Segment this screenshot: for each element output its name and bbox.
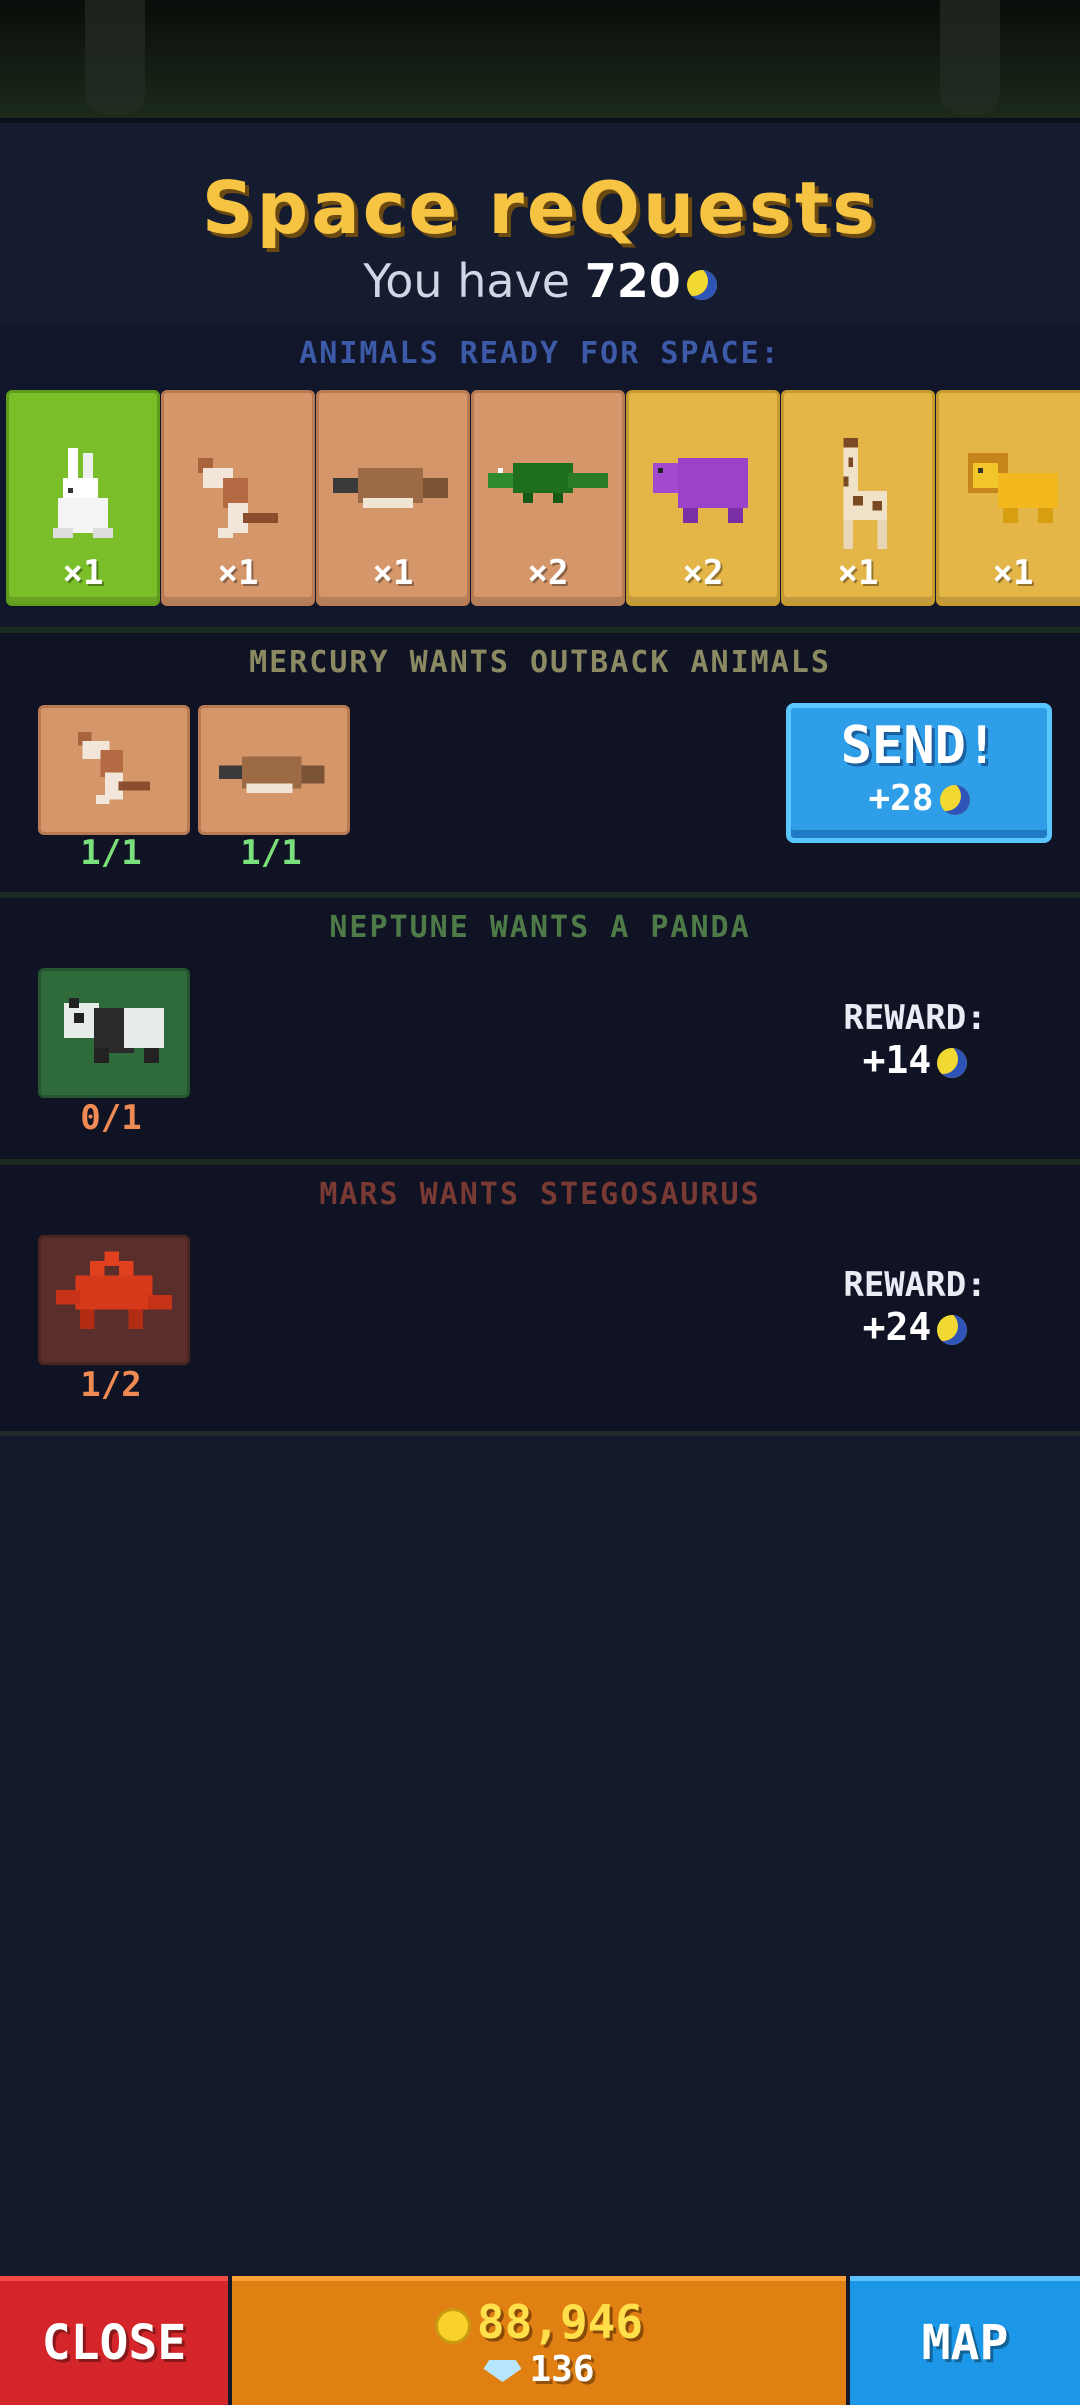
quest-title: MERCURY WANTS OUTBACK ANIMALS bbox=[249, 645, 831, 680]
animals-ready-section: ANIMALS READY FOR SPACE: ×1 ×1 ×1 ×2 ×2 … bbox=[0, 324, 1080, 624]
map-button[interactable]: MAP bbox=[850, 2276, 1080, 2405]
reward-value: +24 bbox=[862, 1305, 932, 1349]
send-button[interactable]: SEND! +28 bbox=[786, 703, 1052, 843]
stegosaurus-icon bbox=[56, 1251, 172, 1329]
animal-card-platypus[interactable]: ×1 bbox=[316, 390, 470, 606]
animal-count: ×1 bbox=[217, 553, 259, 593]
quest-neptune: NEPTUNE WANTS A PANDA 0/1 REWARD: +14 bbox=[0, 892, 1080, 1162]
quest-progress: 1/1 bbox=[240, 833, 302, 873]
balance-label: You have bbox=[363, 254, 571, 308]
panda-icon bbox=[64, 998, 164, 1063]
send-label: SEND! bbox=[840, 716, 998, 776]
close-button[interactable]: CLOSE bbox=[0, 2276, 228, 2405]
reward-label: REWARD: bbox=[843, 998, 987, 1038]
header-panel: Space reQuests You have 720 bbox=[0, 118, 1080, 334]
gem-balance: 136 bbox=[232, 2349, 846, 2390]
quest-slot-panda bbox=[38, 968, 190, 1098]
rabbit-icon bbox=[53, 448, 113, 538]
animal-card-kangaroo[interactable]: ×1 bbox=[161, 390, 315, 606]
scene-post bbox=[85, 0, 145, 115]
crocodile-icon bbox=[488, 463, 608, 503]
quest-progress: 1/2 bbox=[80, 1365, 142, 1405]
quest-title: NEPTUNE WANTS A PANDA bbox=[329, 910, 751, 945]
gem-value: 136 bbox=[529, 2349, 595, 2390]
animal-card-crocodile[interactable]: ×2 bbox=[471, 390, 625, 606]
moon-icon bbox=[937, 1314, 968, 1345]
animal-count: ×2 bbox=[682, 553, 724, 593]
animal-card-giraffe[interactable]: ×1 bbox=[781, 390, 935, 606]
reward-label: REWARD: bbox=[843, 1265, 987, 1305]
coin-value: 88,946 bbox=[476, 2295, 644, 2349]
quest-title: MARS WANTS STEGOSAURUS bbox=[319, 1177, 761, 1212]
section-title: ANIMALS READY FOR SPACE: bbox=[299, 336, 781, 371]
animal-count: ×1 bbox=[62, 553, 104, 593]
quest-mars: MARS WANTS STEGOSAURUS 1/2 REWARD: +24 bbox=[0, 1159, 1080, 1436]
quest-mercury: MERCURY WANTS OUTBACK ANIMALS 1/1 1/1 SE… bbox=[0, 627, 1080, 895]
animal-count: ×1 bbox=[837, 553, 879, 593]
platypus-icon bbox=[333, 468, 448, 508]
reward-value: +14 bbox=[862, 1038, 932, 1082]
balance-value: 720 bbox=[584, 254, 681, 308]
reward-info: REWARD: +14 bbox=[800, 998, 1030, 1082]
quest-slot-stegosaurus bbox=[38, 1235, 190, 1365]
animal-count: ×1 bbox=[372, 553, 414, 593]
animal-card-hippo[interactable]: ×2 bbox=[626, 390, 780, 606]
moon-icon bbox=[939, 785, 970, 815]
animal-card-rabbit[interactable]: ×1 bbox=[6, 390, 160, 606]
moon-icon bbox=[686, 269, 717, 300]
animal-count: ×2 bbox=[527, 553, 569, 593]
moon-balance: You have 720 bbox=[0, 254, 1080, 308]
giraffe-icon bbox=[843, 438, 887, 550]
kangaroo-icon bbox=[198, 458, 278, 538]
page-title: Space reQuests bbox=[201, 166, 879, 250]
top-scene-strip bbox=[0, 0, 1080, 118]
reward-amount: +24 bbox=[800, 1305, 1030, 1349]
gem-icon bbox=[483, 2360, 522, 2382]
scene-post bbox=[940, 0, 1000, 115]
send-reward: +28 bbox=[791, 778, 1047, 819]
bottom-bar: CLOSE 88,946 136 MAP bbox=[0, 2276, 1080, 2405]
quest-slot-platypus bbox=[198, 705, 350, 835]
reward-amount: +14 bbox=[800, 1038, 1030, 1082]
quest-progress: 0/1 bbox=[80, 1098, 142, 1138]
coin-balance: 88,946 bbox=[232, 2295, 846, 2349]
moon-icon bbox=[937, 1047, 968, 1078]
lion-icon bbox=[968, 453, 1058, 523]
reward-info: REWARD: +24 bbox=[800, 1265, 1030, 1349]
animal-card-lion[interactable]: ×1 bbox=[936, 390, 1080, 606]
animal-count: ×1 bbox=[992, 553, 1034, 593]
kangaroo-icon bbox=[78, 732, 150, 804]
coin-icon bbox=[434, 2307, 471, 2344]
platypus-icon bbox=[219, 756, 325, 793]
currency-display: 88,946 136 bbox=[232, 2276, 846, 2405]
quest-progress: 1/1 bbox=[80, 833, 142, 873]
hippo-icon bbox=[653, 458, 748, 523]
send-reward-value: +28 bbox=[868, 778, 934, 819]
quest-slot-kangaroo bbox=[38, 705, 190, 835]
